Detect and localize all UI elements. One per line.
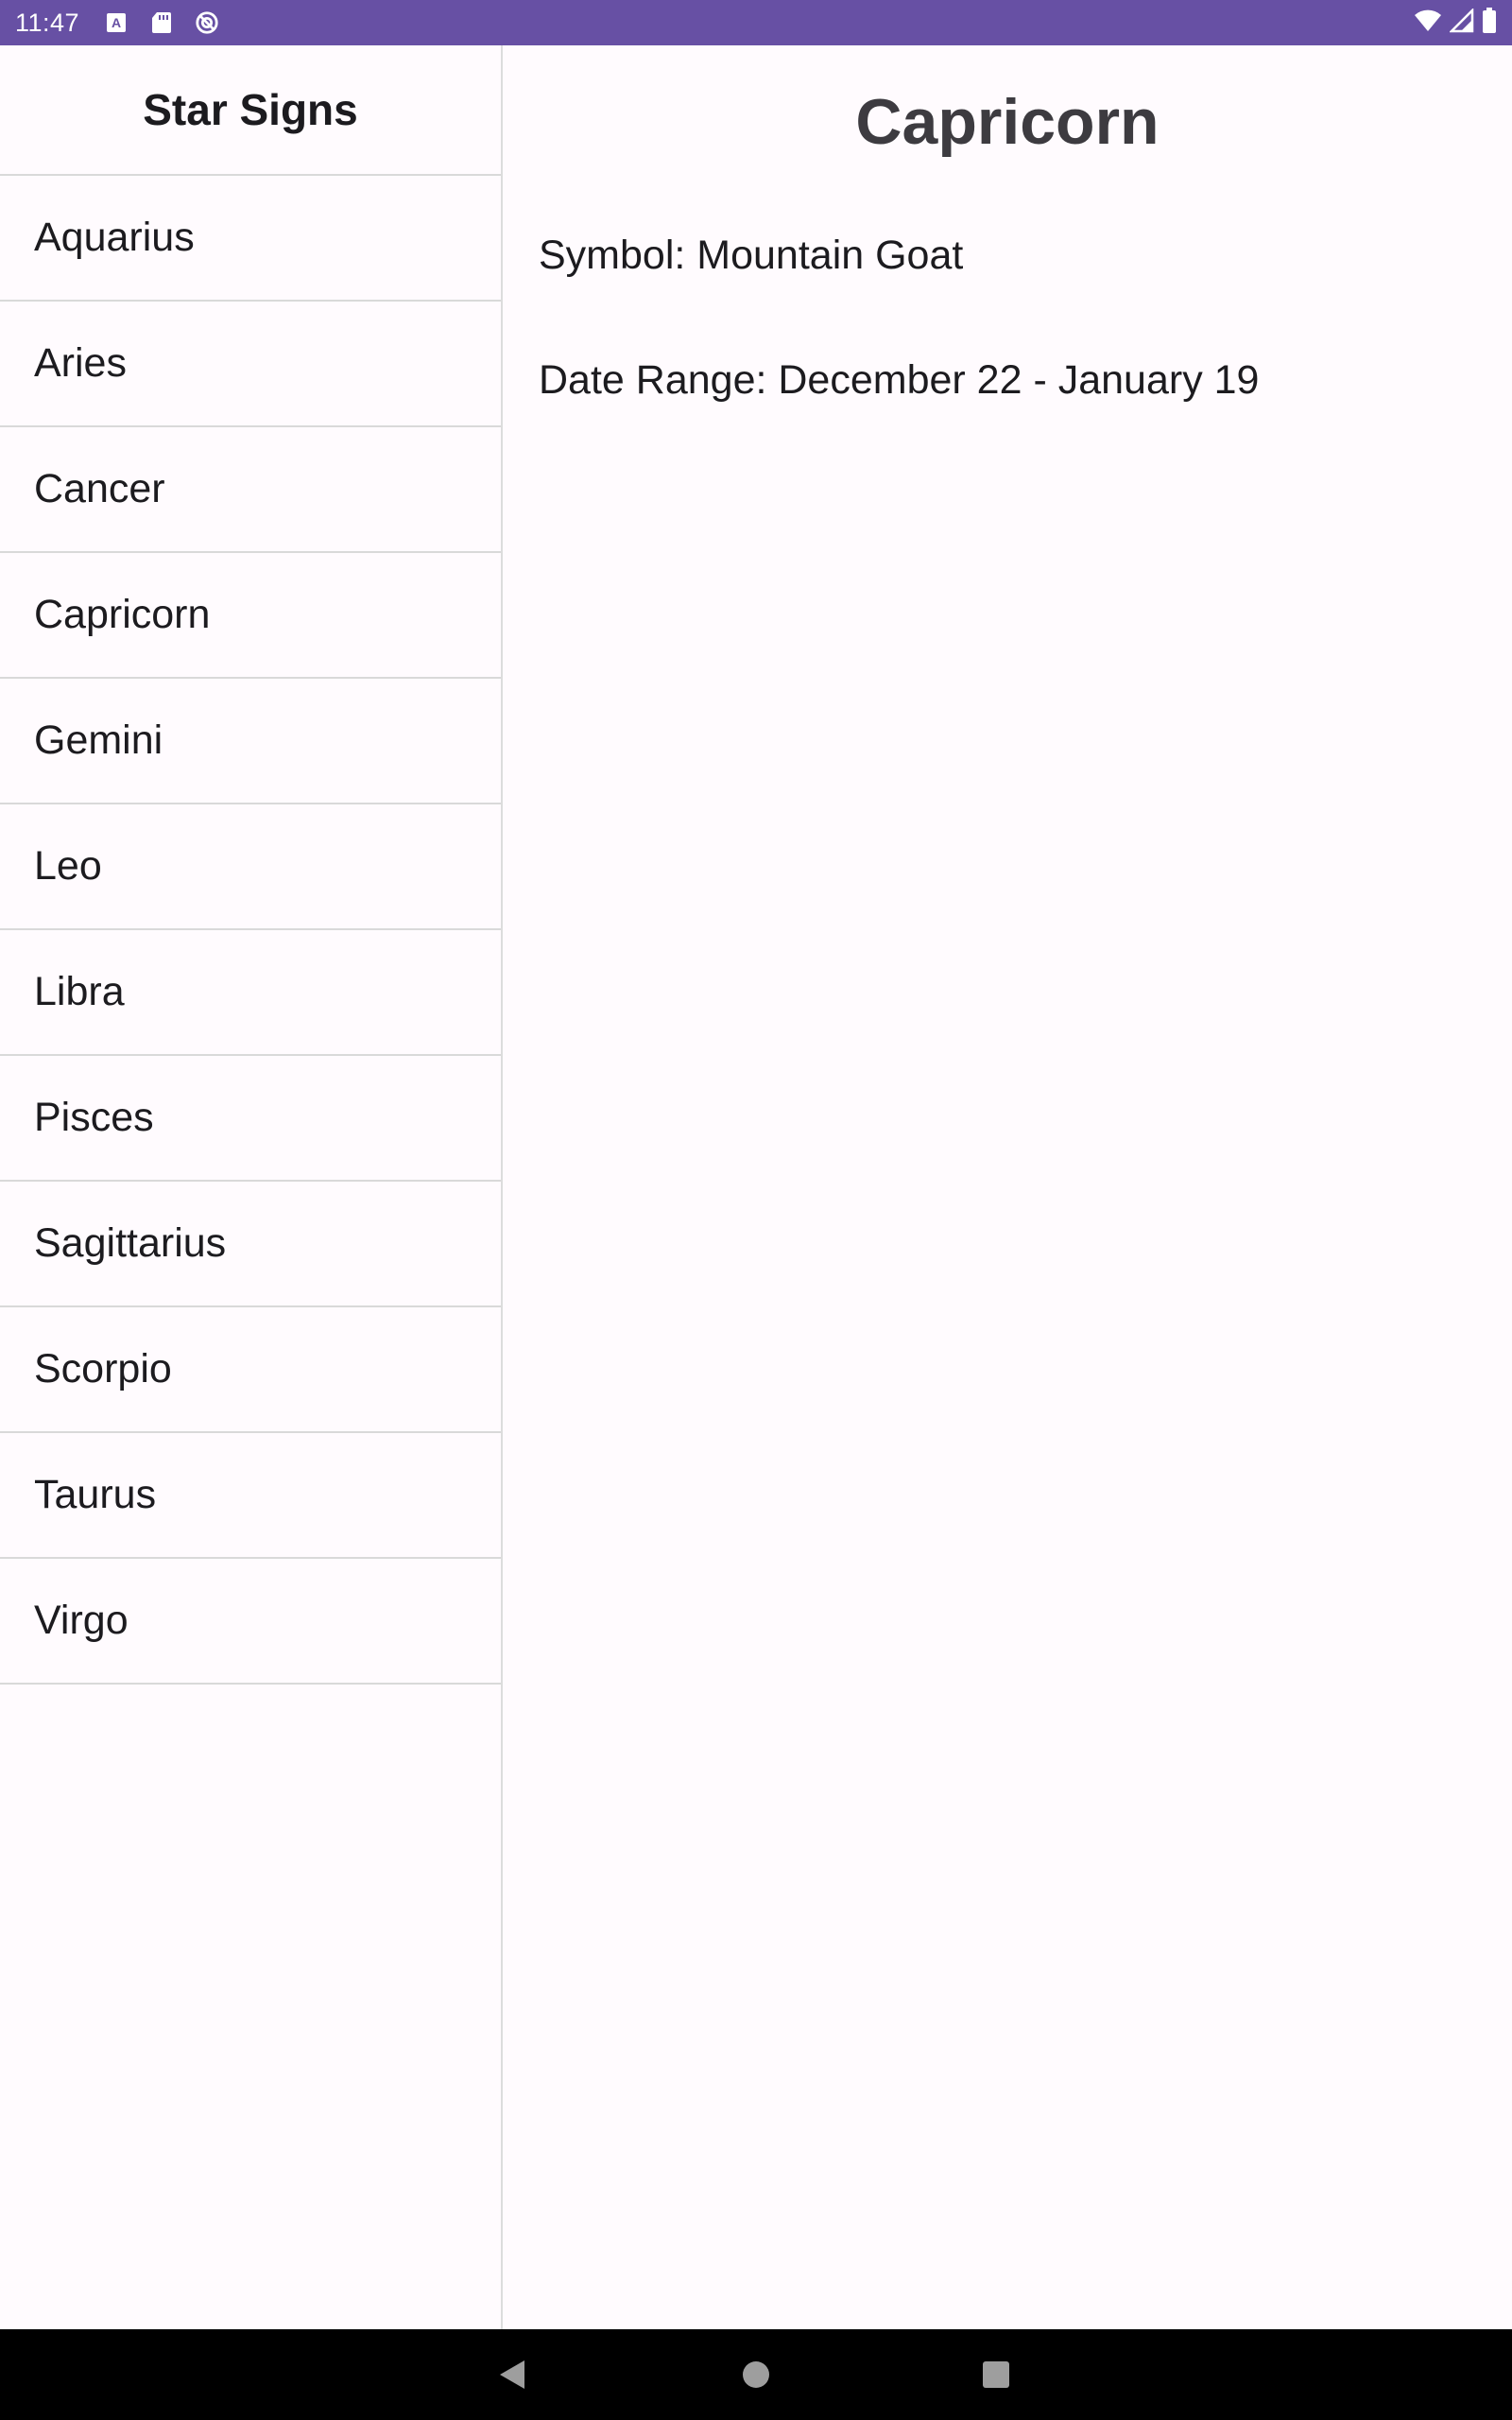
star-sign-detail-pane: Capricorn Symbol: Mountain Goat Date Ran… (503, 45, 1512, 2329)
star-sign-list: Aquarius Aries Cancer Capricorn Gemini L… (0, 176, 501, 1685)
back-icon[interactable] (474, 2329, 550, 2420)
list-item-cancer[interactable]: Cancer (0, 427, 501, 553)
status-time: 11:47 (15, 8, 80, 37)
list-item-capricorn[interactable]: Capricorn (0, 553, 501, 679)
app-content: Star Signs Aquarius Aries Cancer Caprico… (0, 45, 1512, 2329)
list-item-scorpio[interactable]: Scorpio (0, 1307, 501, 1433)
star-sign-list-pane: Star Signs Aquarius Aries Cancer Caprico… (0, 45, 503, 2329)
status-system-icons (1414, 7, 1497, 39)
list-item-pisces[interactable]: Pisces (0, 1056, 501, 1182)
detail-title: Capricorn (855, 86, 1160, 158)
detail-symbol: Symbol: Mountain Goat (539, 233, 964, 278)
list-item-libra[interactable]: Libra (0, 930, 501, 1056)
data-saver-icon (195, 10, 219, 35)
home-icon[interactable] (718, 2329, 794, 2420)
detail-date-range: Date Range: December 22 - January 19 (539, 357, 1260, 403)
svg-text:A: A (112, 15, 121, 30)
battery-icon (1482, 7, 1497, 39)
list-item-aries[interactable]: Aries (0, 302, 501, 427)
keyboard-a-icon: A (104, 10, 129, 35)
list-item-gemini[interactable]: Gemini (0, 679, 501, 804)
list-item-sagittarius[interactable]: Sagittarius (0, 1182, 501, 1307)
wifi-icon (1414, 9, 1442, 38)
cell-signal-icon (1448, 7, 1474, 38)
list-item-leo[interactable]: Leo (0, 804, 501, 930)
list-title: Star Signs (0, 45, 501, 176)
status-notification-icons: A (104, 10, 219, 35)
list-item-aquarius[interactable]: Aquarius (0, 176, 501, 302)
list-item-taurus[interactable]: Taurus (0, 1433, 501, 1559)
list-item-virgo[interactable]: Virgo (0, 1559, 501, 1685)
sd-card-icon (149, 10, 174, 35)
navigation-bar (0, 2329, 1512, 2420)
recents-icon[interactable] (958, 2329, 1034, 2420)
status-bar: 11:47 A (0, 0, 1512, 45)
